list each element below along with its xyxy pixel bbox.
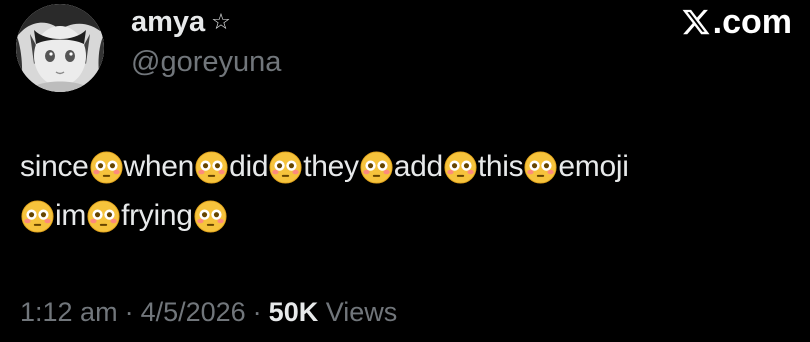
avatar[interactable] — [16, 4, 104, 92]
tweet-date[interactable]: 4/5/2026 — [141, 297, 246, 327]
display-name-text: amya — [131, 6, 206, 38]
meta-separator: · — [124, 297, 134, 327]
flushed-face-emoji — [195, 151, 228, 184]
flushed-face-emoji — [194, 200, 227, 233]
tweet-word: since — [20, 150, 89, 184]
tweet-word: this — [477, 150, 524, 184]
x-brand: .com — [681, 2, 792, 42]
tweet-word: they — [303, 150, 359, 184]
tweet-meta: 1:12 am · 4/5/2026 · 50K Views — [20, 294, 397, 330]
flushed-face-emoji — [87, 200, 120, 233]
flushed-face-emoji — [90, 151, 123, 184]
tweet-word: add — [393, 150, 443, 184]
star-icon: ☆ — [211, 10, 231, 35]
meta-separator: · — [252, 297, 262, 327]
views-label: Views — [325, 297, 398, 327]
user-handle[interactable]: @goreyuna — [131, 44, 281, 80]
flushed-face-emoji — [269, 151, 302, 184]
flushed-face-emoji — [21, 200, 54, 233]
tweet-word: did — [229, 150, 269, 184]
views-count: 50K — [268, 297, 319, 327]
tweet-word: when — [123, 150, 195, 184]
display-name[interactable]: amya ☆ — [131, 4, 231, 41]
tweet-line-1: since when did they add this emoji — [20, 142, 800, 191]
flushed-face-emoji — [524, 151, 557, 184]
flushed-face-emoji — [444, 151, 477, 184]
x-logo-icon — [682, 9, 710, 35]
flushed-face-emoji — [360, 151, 393, 184]
tweet-time[interactable]: 1:12 am — [20, 297, 118, 327]
brand-suffix: .com — [712, 3, 792, 41]
tweet-word: emoji — [558, 150, 629, 184]
tweet-line-2: im frying — [20, 191, 800, 240]
tweet-word: frying — [121, 199, 193, 233]
tweet-card: amya ☆ @goreyuna .com since when did they add… — [0, 0, 810, 342]
tweet-text: since when did they add this emoji im frying — [20, 142, 800, 240]
tweet-word: im — [55, 199, 87, 233]
